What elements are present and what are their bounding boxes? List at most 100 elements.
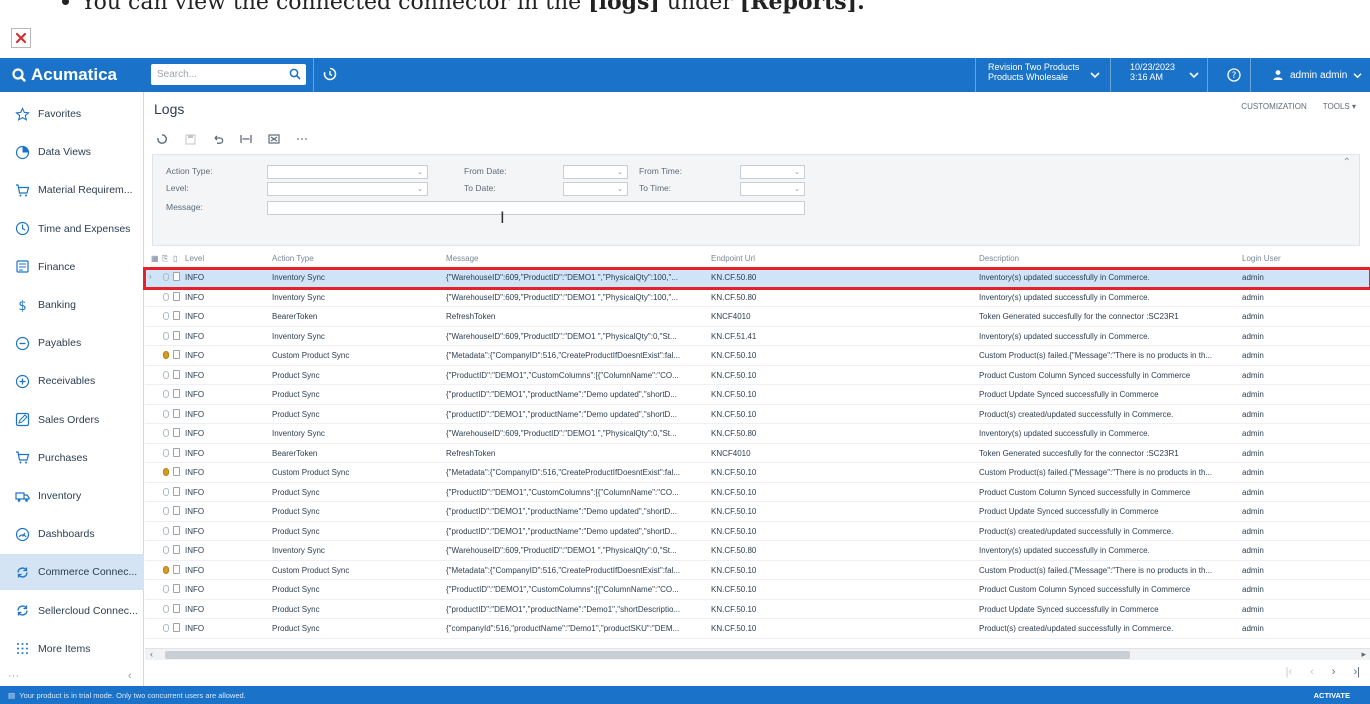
table-row[interactable]: INFO Custom Product Sync {"Metadata":{"Com… bbox=[145, 347, 1370, 366]
sidebar-item[interactable]: Finance bbox=[0, 249, 144, 285]
scroll-left-icon[interactable]: ‹ bbox=[150, 649, 153, 659]
company-selector[interactable]: Revision Two Products Products Wholesale bbox=[988, 62, 1079, 82]
table-row[interactable]: INFO Product Sync {"productID":"DEMO1","pr… bbox=[145, 503, 1370, 522]
search-input[interactable] bbox=[151, 64, 281, 85]
note-icon[interactable] bbox=[173, 369, 180, 379]
save-button[interactable] bbox=[183, 132, 197, 146]
more-actions-button[interactable] bbox=[295, 132, 309, 146]
sidebar-item[interactable]: Material Requirem... bbox=[0, 172, 144, 208]
attachment-icon[interactable] bbox=[163, 546, 169, 554]
attachment-icon[interactable] bbox=[163, 468, 169, 476]
column-description[interactable]: Description bbox=[979, 254, 1019, 263]
last-page-icon[interactable]: ›| bbox=[1353, 666, 1360, 678]
attachment-icon[interactable] bbox=[163, 565, 169, 574]
column-login-user[interactable]: Login User bbox=[1242, 254, 1281, 263]
note-icon[interactable] bbox=[173, 330, 180, 340]
table-row[interactable]: INFO Product Sync {"ProductID":"DEMO1","Cu… bbox=[145, 367, 1370, 385]
table-row[interactable]: INFO Product Sync {"productID":"DEMO1","pr… bbox=[145, 523, 1370, 541]
column-level[interactable]: Level bbox=[185, 254, 204, 263]
table-row[interactable]: INFO Inventory Sync {"WarehouseID":609,"Pr… bbox=[145, 425, 1370, 444]
user-menu[interactable]: admin admin bbox=[1272, 69, 1362, 81]
sidebar-more-icon[interactable]: ··· bbox=[8, 670, 19, 682]
sidebar-item[interactable]: Receivables bbox=[0, 363, 144, 399]
column-action-type[interactable]: Action Type bbox=[272, 254, 314, 263]
attachment-icon[interactable] bbox=[163, 429, 169, 437]
attachment-icon[interactable] bbox=[163, 585, 169, 593]
business-date-selector[interactable]: 10/23/2023 3:16 AM bbox=[1130, 62, 1175, 82]
collapse-sidebar-icon[interactable]: ‹ bbox=[128, 670, 132, 682]
export-excel-button[interactable] bbox=[267, 132, 281, 146]
scroll-right-icon[interactable]: ▸ bbox=[1361, 649, 1366, 660]
attachment-icon[interactable] bbox=[163, 604, 169, 613]
table-row[interactable]: INFO Product Sync {"productID":"DEMO1","pr… bbox=[145, 601, 1370, 619]
table-row[interactable]: › INFO Inventory Sync {"WarehouseID":609,"P… bbox=[143, 267, 1370, 290]
note-icon[interactable] bbox=[173, 486, 180, 496]
chevron-down-icon[interactable] bbox=[1189, 71, 1199, 79]
note-icon[interactable] bbox=[173, 447, 180, 457]
sidebar-item[interactable]: Commerce Connec... bbox=[0, 554, 144, 591]
horizontal-scrollbar[interactable]: ‹ ▸ bbox=[145, 648, 1370, 660]
attachment-icon[interactable] bbox=[163, 390, 169, 398]
message-field[interactable] bbox=[267, 201, 805, 215]
table-row[interactable]: INFO Product Sync {"ProductID":"DEMO1","Cu… bbox=[145, 581, 1370, 600]
attachment-icon[interactable] bbox=[163, 487, 169, 496]
attachment-icon[interactable] bbox=[163, 448, 169, 457]
note-icon[interactable] bbox=[173, 291, 180, 301]
table-row[interactable]: INFO Custom Product Sync {"Metadata":{"Com… bbox=[145, 464, 1370, 483]
table-row[interactable]: INFO Inventory Sync {"WarehouseID":609,"Pr… bbox=[145, 328, 1370, 346]
attachment-icon[interactable] bbox=[163, 370, 169, 379]
sidebar-item[interactable]: Purchases bbox=[0, 440, 144, 476]
sidebar-item[interactable]: Dashboards bbox=[0, 516, 144, 552]
tools-menu[interactable]: TOOLS ▾ bbox=[1323, 102, 1356, 111]
attachment-icon[interactable] bbox=[163, 312, 169, 320]
action-type-select[interactable]: ⌄ bbox=[267, 165, 428, 179]
help-icon[interactable]: ? bbox=[1227, 68, 1241, 82]
note-icon[interactable] bbox=[173, 408, 180, 418]
attachment-icon[interactable] bbox=[163, 292, 169, 301]
undo-button[interactable] bbox=[211, 132, 225, 146]
attachment-icon[interactable] bbox=[163, 526, 169, 535]
note-icon[interactable] bbox=[173, 311, 180, 320]
acumatica-logo[interactable]: Acumatica bbox=[12, 65, 117, 85]
sidebar-item[interactable]: Sales Orders bbox=[0, 402, 144, 438]
first-page-icon[interactable]: |‹ bbox=[1286, 666, 1293, 678]
note-icon[interactable] bbox=[173, 623, 180, 632]
sidebar-item[interactable]: Payables bbox=[0, 325, 144, 361]
table-row[interactable]: INFO BearerToken RefreshToken KNCF4010 Token… bbox=[145, 445, 1370, 463]
column-message[interactable]: Message bbox=[446, 254, 478, 263]
sidebar-item[interactable]: $ Banking bbox=[0, 287, 144, 323]
table-row[interactable]: INFO Inventory Sync {"WarehouseID":609,"Pr… bbox=[145, 542, 1370, 561]
note-icon[interactable] bbox=[173, 350, 180, 359]
attachment-icon[interactable] bbox=[163, 331, 169, 340]
note-icon[interactable] bbox=[173, 584, 180, 593]
table-row[interactable]: INFO Custom Product Sync {"Metadata":{"Com… bbox=[145, 562, 1370, 580]
table-row[interactable]: INFO Product Sync {"companyId":516,"produc… bbox=[145, 620, 1370, 639]
note-icon[interactable] bbox=[173, 545, 180, 554]
attachment-icon[interactable] bbox=[163, 507, 169, 515]
sidebar-item[interactable]: More Items bbox=[0, 631, 144, 667]
activate-link[interactable]: ACTIVATE bbox=[1314, 691, 1350, 700]
sidebar-item[interactable]: Time and Expenses bbox=[0, 211, 144, 247]
note-icon[interactable] bbox=[173, 389, 180, 398]
attachment-icon[interactable] bbox=[163, 409, 169, 418]
level-select[interactable]: ⌄ bbox=[267, 182, 428, 196]
note-icon[interactable] bbox=[173, 428, 180, 437]
fit-columns-button[interactable] bbox=[239, 132, 253, 146]
sidebar-item[interactable]: Sellercloud Connec... bbox=[0, 593, 144, 629]
next-page-icon[interactable]: › bbox=[1332, 666, 1336, 678]
note-icon[interactable] bbox=[173, 506, 180, 515]
to-date-field[interactable]: ⌄ bbox=[563, 182, 628, 196]
attachment-icon[interactable] bbox=[163, 624, 169, 632]
note-icon[interactable] bbox=[173, 564, 180, 574]
customization-link[interactable]: CUSTOMIZATION bbox=[1241, 102, 1306, 111]
table-row[interactable]: INFO Product Sync {"ProductID":"DEMO1","Cu… bbox=[145, 484, 1370, 502]
attachment-icon[interactable] bbox=[163, 351, 169, 359]
from-time-field[interactable]: ⌄ bbox=[740, 165, 805, 179]
table-row[interactable]: INFO Product Sync {"productID":"DEMO1","pr… bbox=[145, 386, 1370, 405]
scrollbar-thumb[interactable] bbox=[165, 651, 1130, 659]
column-endpoint-url[interactable]: Endpoint Url bbox=[711, 254, 755, 263]
sidebar-item[interactable]: Favorites bbox=[0, 96, 144, 132]
table-row[interactable]: INFO Product Sync {"productID":"DEMO1","pr… bbox=[145, 406, 1370, 424]
sidebar-item[interactable]: Inventory bbox=[0, 478, 144, 514]
search-icon[interactable] bbox=[289, 68, 301, 80]
